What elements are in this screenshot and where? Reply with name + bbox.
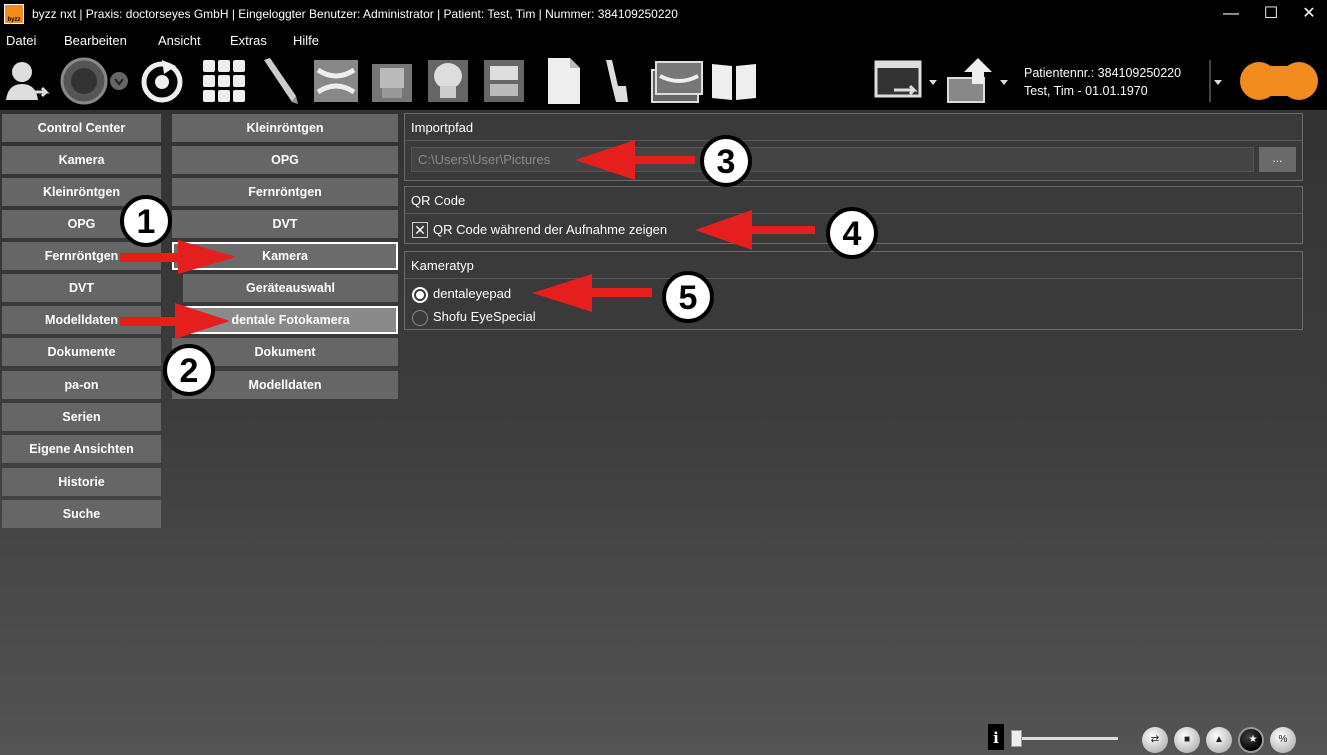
document-icon[interactable] [540, 56, 588, 106]
menu-bearbeiten[interactable]: Bearbeiten [64, 33, 127, 48]
sidebar-item-kamera[interactable]: Kamera [2, 146, 161, 174]
title-bar: byzz byzz nxt | Praxis: doctorseyes GmbH… [0, 0, 1327, 28]
qr-code-checkbox[interactable]: ✕ [412, 222, 428, 238]
upload-icon[interactable] [946, 56, 996, 106]
camera-type-panel: Kameratyp dentaleyepad Shofu EyeSpecial [404, 251, 1303, 330]
radio-dentaleyepad-label: dentaleyepad [433, 286, 512, 301]
qr-code-title: QR Code [411, 193, 466, 208]
close-button[interactable]: ✕ [1291, 2, 1327, 26]
opg-icon[interactable] [312, 56, 360, 106]
book-icon[interactable] [710, 56, 758, 106]
intraoral-camera-icon[interactable] [596, 56, 644, 106]
menu-datei[interactable]: Datei [6, 33, 36, 48]
sidebar-item-modelldaten[interactable]: Modelldaten [2, 306, 161, 334]
patient-number: Patientennr.: 384109250220 [1024, 66, 1182, 80]
radio-dentaleyepad[interactable] [412, 287, 428, 303]
radio-shofu[interactable] [412, 310, 428, 326]
export-icon[interactable] [874, 56, 926, 106]
minimize-button[interactable]: — [1213, 2, 1249, 26]
brand-logo-icon [1238, 62, 1320, 100]
sidebar-item-historie[interactable]: Historie [2, 468, 161, 496]
info-button[interactable]: i [988, 724, 1004, 750]
star-icon: ★ [1248, 734, 1258, 745]
sidebar-item-fernroentgen[interactable]: Fernröntgen [2, 242, 161, 270]
qr-code-panel: QR Code ✕ QR Code während der Aufnahme z… [404, 186, 1303, 244]
import-path-title: Importpfad [411, 120, 474, 135]
patient-dropdown-icon[interactable] [1208, 56, 1228, 106]
window-title: byzz nxt | Praxis: doctorseyes GmbH | Ei… [32, 7, 678, 21]
dropdown-icon[interactable] [108, 56, 130, 106]
subnav-item-fernroentgen[interactable]: Fernröntgen [172, 178, 398, 206]
favorite-button[interactable]: ★ [1238, 727, 1264, 753]
swap-icon: ⇄ [1150, 734, 1160, 745]
patient-icon[interactable] [2, 56, 50, 106]
zoom-slider-thumb[interactable] [1011, 730, 1022, 747]
subnav-item-geraeteauswahl[interactable]: Geräteauswahl [183, 274, 398, 302]
sync-icon[interactable] [138, 56, 186, 106]
sidebar-item-control-center[interactable]: Control Center [2, 114, 161, 142]
browse-button[interactable]: ... [1259, 147, 1296, 172]
subnav-item-modelldaten[interactable]: Modelldaten [172, 371, 398, 399]
panel-divider [405, 213, 1302, 214]
subnav-item-kamera[interactable]: Kamera [172, 242, 398, 270]
zoom-slider-track[interactable] [1014, 737, 1118, 740]
subnav-item-opg[interactable]: OPG [172, 146, 398, 174]
app-logo-icon: byzz [4, 4, 24, 24]
patient-info: Patientennr.: 384109250220 Test, Tim - 0… [1024, 64, 1181, 100]
percent-icon: % [1278, 734, 1288, 745]
panel-divider [405, 278, 1302, 279]
menu-extras[interactable]: Extras [230, 33, 267, 48]
sidebar-item-serien[interactable]: Serien [2, 403, 161, 431]
sidebar-item-dvt[interactable]: DVT [2, 274, 161, 302]
subnav-item-kleinroentgen[interactable]: Kleinröntgen [172, 114, 398, 142]
camera-type-title: Kameratyp [411, 258, 474, 273]
stop-icon: ■ [1183, 734, 1191, 745]
grid-icon[interactable] [200, 56, 248, 106]
radio-shofu-label: Shofu EyeSpecial [433, 309, 536, 324]
import-path-panel: Importpfad C:\Users\User\Pictures ... [404, 113, 1303, 181]
sidebar-item-pa-on[interactable]: pa-on [2, 371, 161, 399]
subnav-item-dvt[interactable]: DVT [172, 210, 398, 238]
skull-icon[interactable] [424, 56, 472, 106]
settings-button[interactable]: % [1270, 727, 1296, 753]
sidebar-item-suche[interactable]: Suche [2, 500, 161, 528]
pen-icon[interactable] [256, 56, 304, 106]
eject-button[interactable]: ▲ [1206, 727, 1232, 753]
menu-hilfe[interactable]: Hilfe [293, 33, 319, 48]
upload-dropdown-icon[interactable] [998, 56, 1010, 106]
qr-code-checkbox-label: QR Code während der Aufnahme zeigen [433, 222, 668, 237]
subnav-item-dokument[interactable]: Dokument [172, 338, 398, 366]
sidebar-item-dokumente[interactable]: Dokumente [2, 338, 161, 366]
menu-bar: Datei Bearbeiten Ansicht Extras Hilfe [0, 28, 1327, 52]
toolbar: Patientennr.: 384109250220 Test, Tim - 0… [0, 52, 1327, 110]
menu-ansicht[interactable]: Ansicht [158, 33, 201, 48]
teeth-icon[interactable] [480, 56, 528, 106]
patient-name: Test, Tim - 01.01.1970 [1024, 84, 1148, 98]
sidebar-item-eigene-ansichten[interactable]: Eigene Ansichten [2, 435, 161, 463]
import-path-field[interactable]: C:\Users\User\Pictures [411, 147, 1254, 172]
stop-button[interactable]: ■ [1174, 727, 1200, 753]
record-icon[interactable] [58, 56, 110, 106]
gallery-icon[interactable] [650, 56, 704, 106]
sidebar-item-opg[interactable]: OPG [2, 210, 161, 238]
panel-divider [405, 140, 1302, 141]
export-dropdown-icon[interactable] [927, 56, 939, 106]
sidebar-item-kleinroentgen[interactable]: Kleinröntgen [2, 178, 161, 206]
maximize-button[interactable]: ☐ [1253, 2, 1289, 26]
eject-icon: ▲ [1214, 734, 1224, 745]
swap-button[interactable]: ⇄ [1142, 727, 1168, 753]
subnav-item-dentale-fotokamera[interactable]: dentale Fotokamera [183, 306, 398, 334]
xray-icon[interactable] [368, 56, 416, 106]
